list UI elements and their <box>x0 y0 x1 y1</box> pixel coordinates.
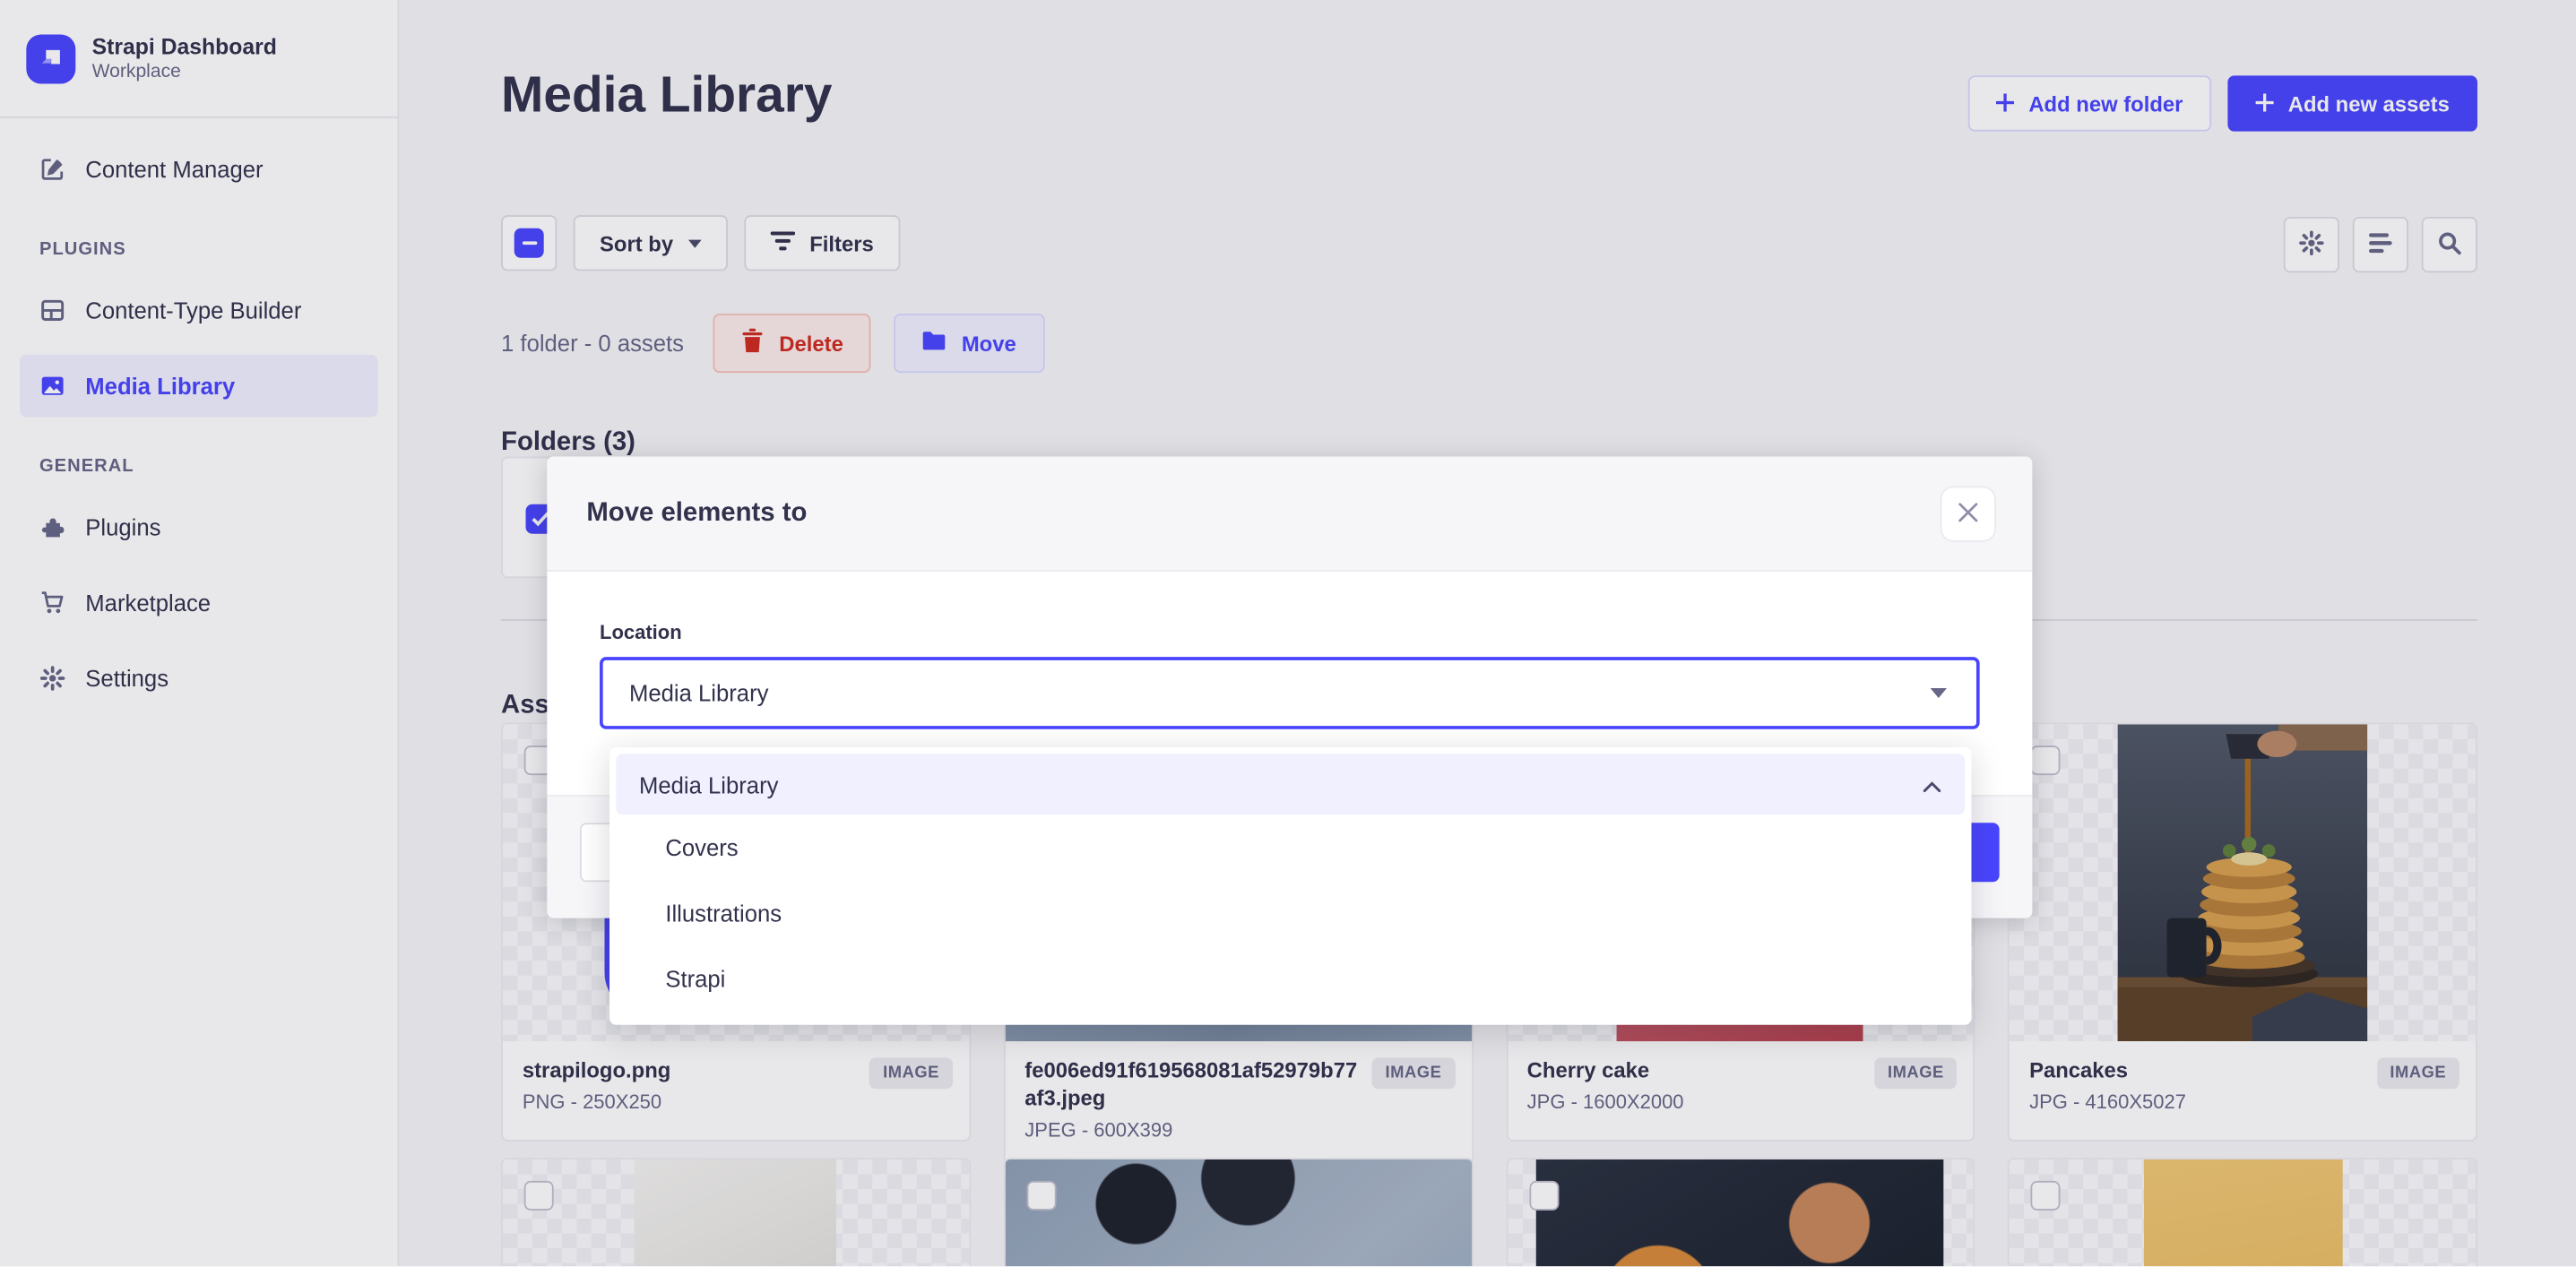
dropdown-option-strapi[interactable]: Strapi <box>616 946 1965 1012</box>
close-button[interactable] <box>1941 487 1996 542</box>
modal-title: Move elements to <box>586 498 807 528</box>
strapi-dashboard: Strapi Dashboard Workplace Content Manag… <box>0 0 2576 1266</box>
location-select[interactable]: Media Library <box>600 657 1980 729</box>
option-label: Illustrations <box>665 900 782 926</box>
option-label: Covers <box>665 834 738 860</box>
chevron-down-icon <box>1931 688 1947 698</box>
location-select-value: Media Library <box>629 680 768 706</box>
dropdown-option-illustrations[interactable]: Illustrations <box>616 880 1965 945</box>
modal-header: Move elements to <box>547 457 2032 572</box>
dropdown-option-covers[interactable]: Covers <box>616 814 1965 880</box>
close-icon <box>1958 502 1978 526</box>
chevron-up-icon <box>1922 771 1941 797</box>
location-label: Location <box>600 621 1980 644</box>
option-label: Media Library <box>639 771 778 797</box>
dropdown-option-media-library[interactable]: Media Library <box>616 754 1965 814</box>
option-label: Strapi <box>665 966 725 992</box>
location-dropdown: Media Library Covers Illustrations Strap… <box>609 747 1971 1025</box>
